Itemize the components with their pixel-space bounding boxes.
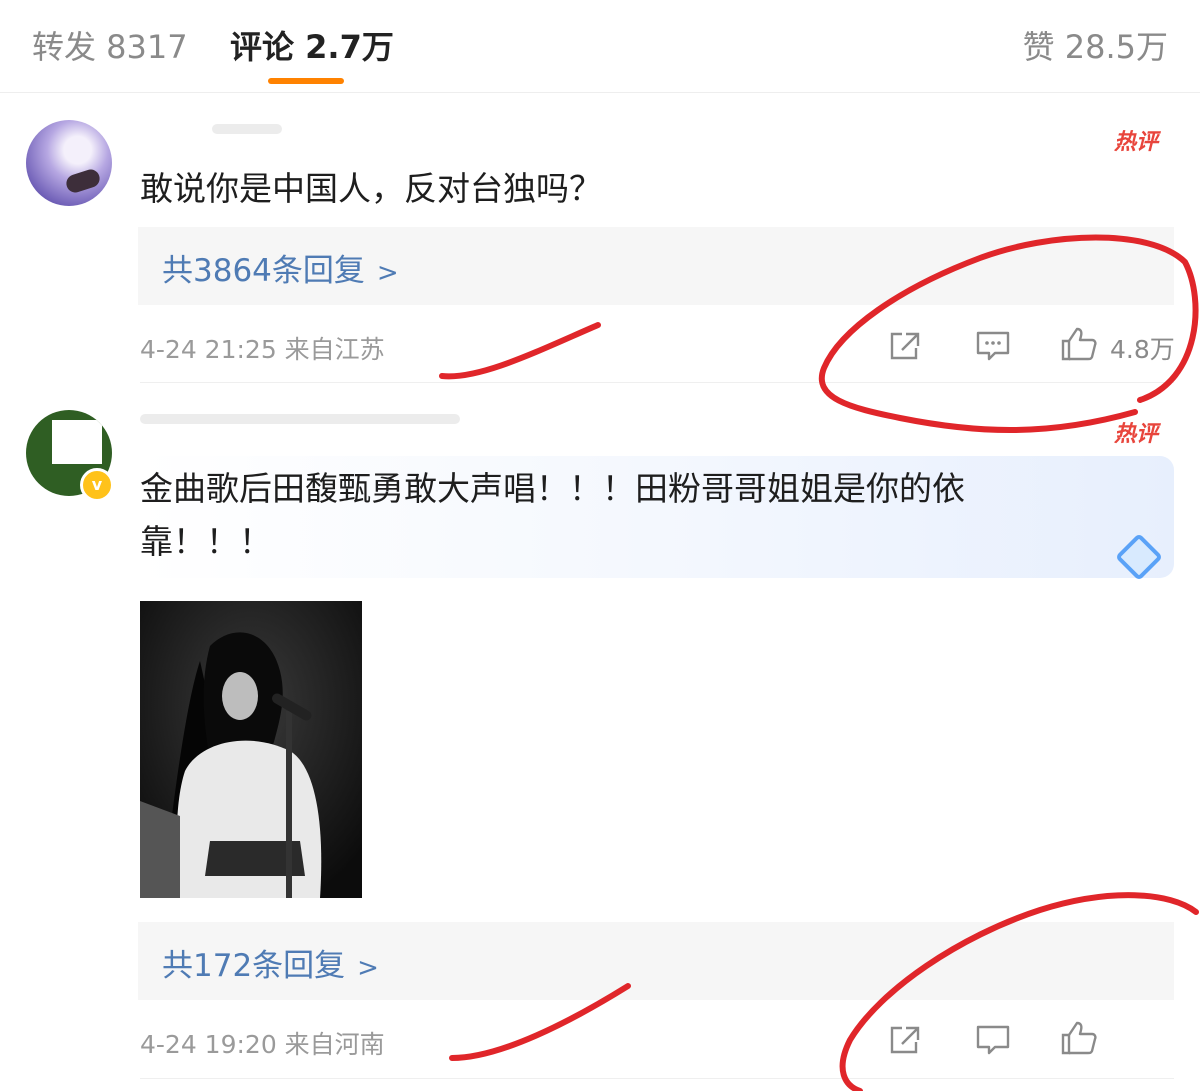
replies-count-label: 共172条回复	[162, 948, 346, 984]
comment-tab-bar: 转发 8317 评论 2.7万 赞 28.5万	[0, 0, 1200, 93]
divider	[140, 1078, 1174, 1079]
chevron-right-icon: >	[357, 953, 379, 983]
tab-repost[interactable]: 转发 8317	[32, 22, 188, 68]
comment-icon[interactable]	[975, 330, 1011, 362]
replies-link[interactable]: 共172条回复 >	[162, 940, 379, 985]
tab-likes[interactable]: 赞 28.5万	[1023, 22, 1168, 68]
like-icon[interactable]	[1060, 1020, 1098, 1056]
like-count: 4.8万	[1110, 335, 1175, 364]
share-icon[interactable]	[888, 330, 922, 362]
replies-link[interactable]: 共3864条回复 >	[162, 245, 399, 290]
comment-text: 敢说你是中国人，反对台独吗？	[140, 169, 602, 208]
verified-badge-icon: v	[80, 468, 114, 502]
username-blurred	[212, 124, 282, 134]
avatar[interactable]	[26, 120, 112, 206]
comment-text: 金曲歌后田馥甄勇敢大声唱！！！田粉哥哥姐姐是你的依靠！！！	[140, 469, 965, 561]
comment-icon[interactable]	[975, 1024, 1011, 1056]
divider	[140, 382, 1174, 383]
like-icon[interactable]	[1060, 326, 1098, 362]
hot-comment-badge: 热评	[1113, 130, 1158, 155]
replies-box[interactable]: 共3864条回复 >	[138, 227, 1174, 305]
comment-time-location: 4-24 19:20 来自河南	[140, 1030, 385, 1059]
replies-count-label: 共3864条回复	[162, 253, 365, 289]
hot-comment-badge: 热评	[1113, 422, 1158, 447]
tab-comments[interactable]: 评论 2.7万	[230, 22, 394, 68]
comment-photo[interactable]	[140, 601, 362, 898]
comment-time-location: 4-24 21:25 来自江苏	[140, 335, 385, 364]
chevron-right-icon: >	[376, 258, 399, 288]
share-icon[interactable]	[888, 1024, 922, 1056]
annotation-stroke	[439, 322, 601, 380]
active-tab-indicator	[268, 78, 344, 84]
username-blurred	[140, 414, 460, 424]
replies-box[interactable]: 共172条回复 >	[138, 922, 1174, 1000]
